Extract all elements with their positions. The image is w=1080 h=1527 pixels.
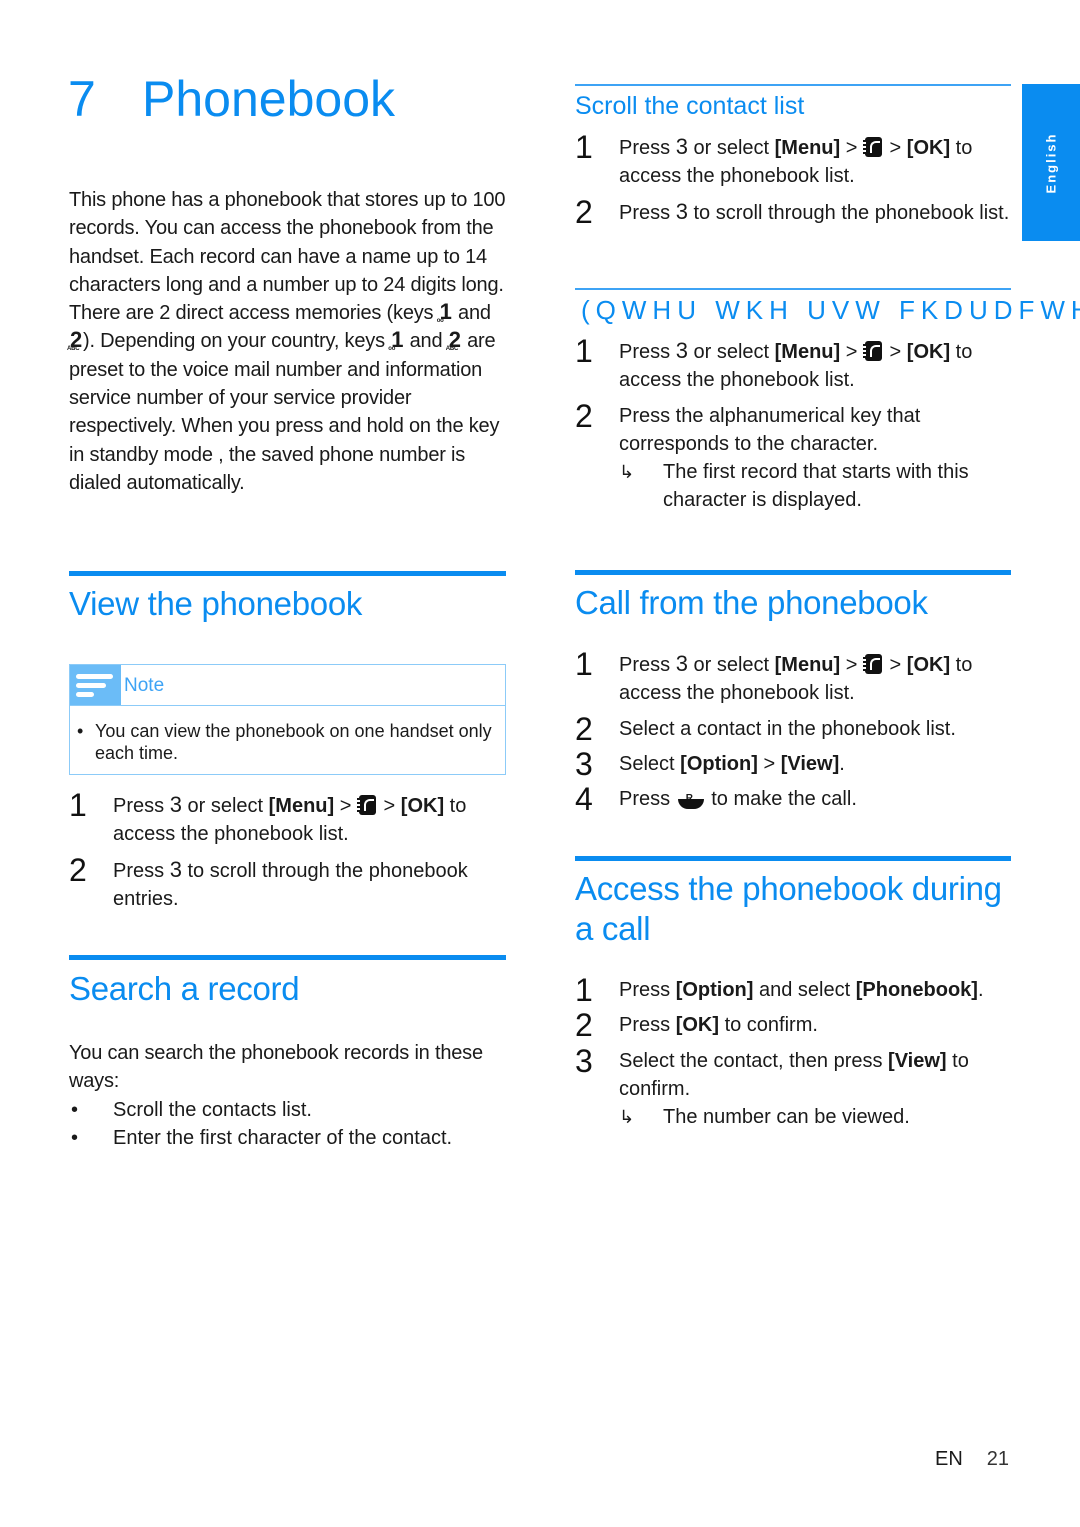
phonebook-icon	[862, 654, 882, 674]
step-list: 1 Press 3 or select [Menu] > > [OK] to a…	[575, 129, 1011, 230]
list-item: • Enter the first character of the contac…	[71, 1126, 453, 1149]
note-text: You can view the phonebook on one handse…	[95, 721, 492, 763]
scroll-contact-section: Scroll the contact list 1 Press 3 or sel…	[575, 84, 1011, 234]
step-item: 1 Press 3 or select [Menu] > > [OK] to a…	[69, 787, 467, 846]
talk-key-icon: R	[676, 789, 706, 810]
key-1-voicemail-icon: 1 oo	[388, 327, 404, 353]
page-footer: EN 21	[935, 1448, 1009, 1471]
chapter-name: Phonebook	[142, 71, 396, 127]
result-arrow-icon: ↳	[619, 1107, 635, 1128]
section-divider	[575, 570, 1011, 575]
section-heading: Search a record	[69, 970, 300, 1007]
step-list: 1 Press [Option] and select [Phonebook].…	[575, 972, 1011, 1132]
section-divider	[575, 84, 1011, 86]
phonebook-icon	[862, 137, 882, 157]
section-divider	[575, 856, 1011, 861]
step-item: 2 Press 3 to scroll through the phoneboo…	[69, 851, 468, 910]
step-item: 4 Press R to make the call.	[575, 781, 857, 818]
step-item: 2 Select a contact in the phonebook list…	[575, 710, 956, 747]
section-divider	[575, 288, 1011, 290]
search-methods-list: • Scroll the contacts list. • Enter the fi…	[69, 1096, 506, 1153]
result-arrow-icon: ↳	[619, 462, 635, 483]
step-item: 1 Press [Option] and select [Phonebook].	[575, 972, 984, 1008]
step-item: 2 Press the alphanumerical key that corr…	[575, 399, 1011, 515]
step-item: 2 Press [OK] to confirm.	[575, 1007, 818, 1044]
access-during-call-section: Access the phonebook during a call 1 Pre…	[575, 856, 1011, 1138]
step-list: 1 Press 3 or select [Menu] > > [OK] to a…	[69, 787, 506, 913]
call-from-phonebook-section: Call from the phonebook 1 Press 3 or sel…	[575, 570, 1011, 820]
section-heading: View the phonebook	[69, 585, 363, 622]
list-item: • Scroll the contacts list.	[71, 1098, 312, 1121]
section-divider	[69, 571, 506, 576]
search-record-section: Search a record You can search the phone…	[69, 955, 506, 1152]
intro-keys-paragraph: There are 2 direct access memories (keys…	[67, 299, 500, 494]
key-1-voicemail-icon: 1 oo	[436, 299, 452, 325]
chapter-number: 7	[68, 71, 96, 127]
note-label: Note	[124, 675, 165, 696]
intro-paragraph: This phone has a phonebook that stores u…	[69, 189, 506, 296]
search-intro: You can search the phonebook records in …	[69, 1042, 483, 1093]
language-tab: English	[1022, 84, 1080, 241]
chapter-title: 7 Phonebook	[68, 72, 395, 127]
step-list: 1 Press 3 or select [Menu] > > [OK] to a…	[575, 646, 1011, 818]
step-item: 1 Press 3 or select [Menu] > > [OK] to a…	[575, 129, 973, 188]
section-divider	[69, 955, 506, 960]
step-result: ↳ The number can be viewed.	[619, 1103, 1011, 1131]
step-item: 3 Select the contact, then press [View] …	[575, 1044, 1011, 1132]
enter-first-character-section: (QWHU WKH UVW FKDUDFWHU 1 Press 3 or sel…	[575, 288, 1080, 522]
view-phonebook-section: View the phonebook Note • You can view t…	[69, 571, 506, 920]
intro-section: This phone has a phonebook that stores u…	[67, 186, 506, 497]
bullet-icon: •	[77, 721, 84, 741]
step-result: ↳ The first record that starts with this…	[619, 458, 1011, 515]
section-heading: (QWHU WKH UVW FKDUDFWHU	[581, 295, 1080, 325]
page-number: 21	[986, 1448, 1010, 1470]
language-tab-label: English	[1043, 132, 1059, 193]
key-2-abc-icon: 2 ABC	[67, 327, 83, 353]
note-box: Note • You can view the phonebook on one…	[69, 664, 506, 775]
section-heading: Scroll the contact list	[575, 92, 805, 120]
note-icon	[70, 665, 121, 705]
footer-language: EN	[935, 1448, 963, 1470]
key-2-abc-icon: 2 ABC	[445, 327, 461, 353]
step-list: 1 Press 3 or select [Menu] > > [OK] to a…	[575, 333, 1011, 515]
step-item: 1 Press 3 or select [Menu] > > [OK] to a…	[575, 333, 973, 392]
step-item: 2 Press 3 to scroll through the phoneboo…	[575, 193, 1010, 230]
step-item: 3 Select [Option] > [View].	[575, 745, 845, 782]
section-heading: Access the phonebook during a call	[575, 870, 1002, 947]
section-heading: Call from the phonebook	[575, 584, 928, 621]
step-item: 1 Press 3 or select [Menu] > > [OK] to a…	[575, 646, 973, 705]
phonebook-icon	[862, 341, 882, 361]
phonebook-icon	[356, 795, 376, 815]
